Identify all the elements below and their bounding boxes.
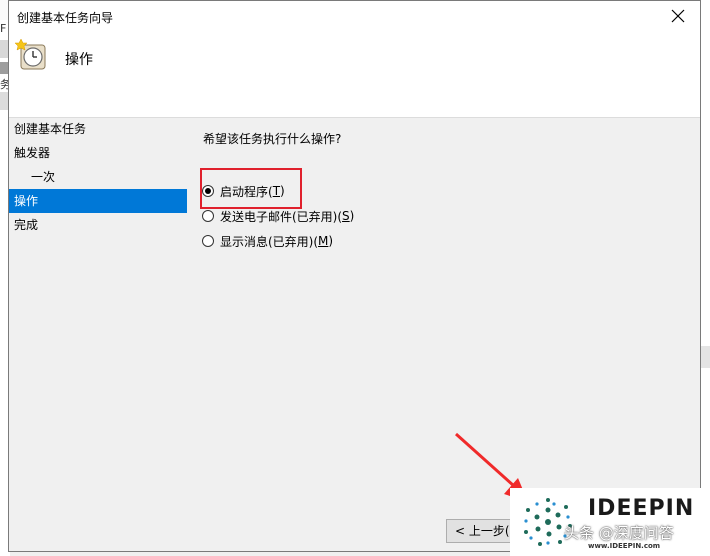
watermark: IDEEPIN 头条 @深度问答 www.IDEEPIN.com xyxy=(510,488,710,556)
background-right-sliver xyxy=(700,0,710,556)
option-label-suffix: ) xyxy=(349,209,355,223)
close-icon xyxy=(671,9,685,23)
background-strip xyxy=(700,346,710,368)
action-question: 希望该任务执行什么操作? xyxy=(203,132,342,146)
option-access-key: M xyxy=(318,234,329,248)
wizard-header: 操作 xyxy=(9,33,700,118)
task-clock-icon xyxy=(15,39,46,70)
radio-display-message[interactable]: 显示消息(已弃用)(M) xyxy=(202,231,333,251)
nav-step-action[interactable]: 操作 xyxy=(9,189,187,213)
red-highlight-box xyxy=(200,168,302,209)
page-title: 操作 xyxy=(65,52,93,68)
nav-step-once[interactable]: 一次 xyxy=(9,165,187,189)
close-button[interactable] xyxy=(656,1,700,31)
option-access-key: S xyxy=(342,209,350,223)
window-title: 创建基本任务向导 xyxy=(17,11,114,25)
nav-step-create-basic-task[interactable]: 创建基本任务 xyxy=(9,117,187,141)
watermark-caption: 头条 @深度问答 xyxy=(564,524,674,542)
radio-button[interactable] xyxy=(202,210,214,222)
option-label: 显示消息(已弃用)( xyxy=(220,234,319,249)
watermark-brand: IDEEPIN xyxy=(588,496,695,521)
nav-step-trigger[interactable]: 触发器 xyxy=(9,141,187,165)
watermark-url: www.IDEEPIN.com xyxy=(588,542,661,550)
option-label-suffix: ) xyxy=(328,234,334,248)
title-bar[interactable]: 创建基本任务向导 xyxy=(9,1,700,33)
wizard-dialog: 创建基本任务向导 操作 创建基本任务 触发器 一次 操作 完成 希望该任务执行什… xyxy=(8,0,701,552)
wizard-steps-nav: 创建基本任务 触发器 一次 操作 完成 xyxy=(9,117,187,237)
nav-step-finish[interactable]: 完成 xyxy=(9,213,187,237)
option-label: 发送电子邮件(已弃用)( xyxy=(220,209,343,224)
radio-button[interactable] xyxy=(202,235,214,247)
radio-send-email[interactable]: 发送电子邮件(已弃用)(S) xyxy=(202,206,354,226)
